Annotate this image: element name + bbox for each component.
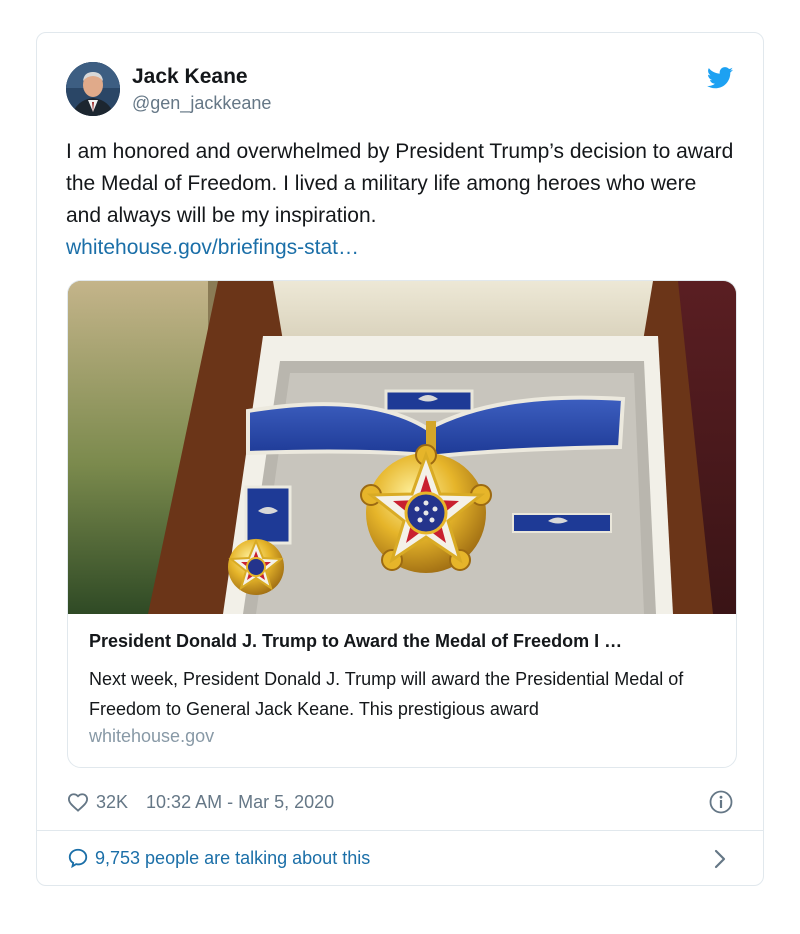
link-preview-description: Next week, President Donald J. Trump wil… (89, 669, 684, 719)
tweet-card[interactable]: Jack Keane @gen_jackkeane I am honored a… (36, 32, 764, 886)
heart-icon[interactable] (67, 792, 89, 812)
link-preview-domain: whitehouse.gov (89, 726, 215, 746)
link-preview-card[interactable]: President Donald J. Trump to Award the M… (67, 280, 737, 768)
divider (37, 830, 763, 831)
timestamp[interactable]: 10:32 AM - Mar 5, 2020 (146, 792, 334, 813)
author-handle[interactable]: @gen_jackkeane (132, 93, 271, 114)
tweet-link[interactable]: whitehouse.gov/briefings-stat… (66, 232, 736, 264)
talking-count[interactable]: 9,753 people are talking about this (95, 848, 370, 869)
info-icon[interactable] (709, 790, 733, 814)
medal-of-freedom-photo (68, 281, 736, 614)
tweet-text: I am honored and overwhelmed by Presiden… (66, 140, 734, 227)
comment-bubble-icon (68, 848, 88, 869)
tweet-meta-row: 32K 10:32 AM - Mar 5, 2020 (67, 790, 334, 814)
tweet-body: I am honored and overwhelmed by Presiden… (66, 136, 736, 264)
conversation-link[interactable]: 9,753 people are talking about this (67, 847, 370, 869)
link-preview-title[interactable]: President Donald J. Trump to Award the M… (89, 631, 719, 652)
author-name[interactable]: Jack Keane (132, 65, 248, 89)
avatar[interactable] (66, 62, 120, 116)
like-count[interactable]: 32K (96, 792, 128, 813)
chevron-right-icon[interactable] (713, 848, 727, 870)
twitter-bird-icon[interactable] (707, 67, 733, 89)
